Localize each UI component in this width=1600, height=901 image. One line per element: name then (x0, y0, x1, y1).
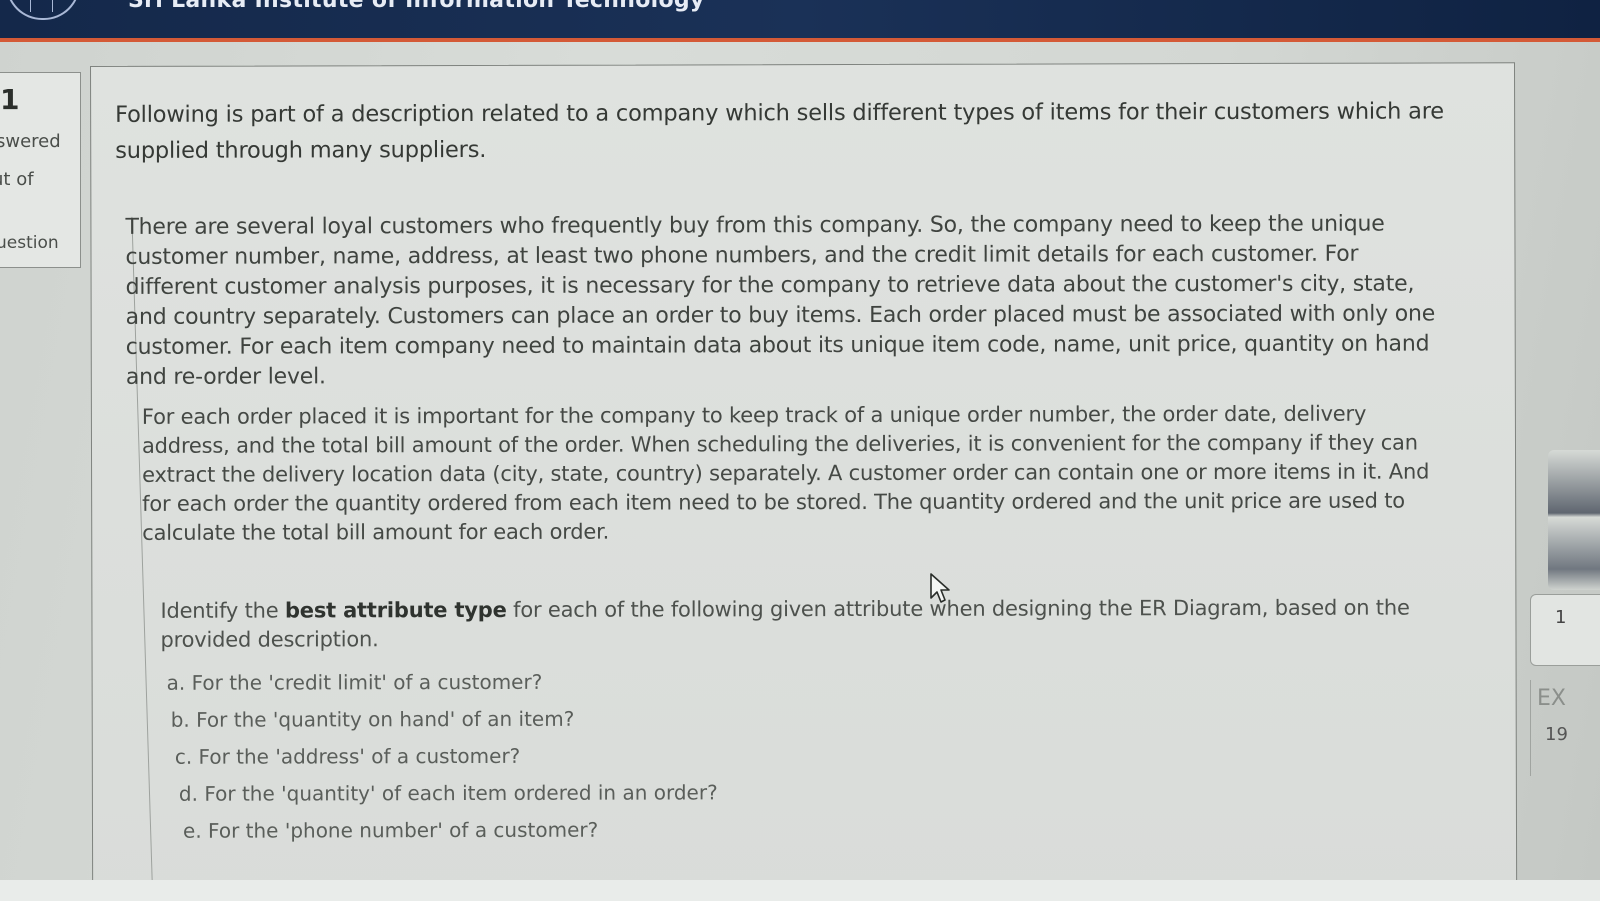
flag-question-link[interactable]: uestion (0, 233, 59, 253)
page-bottom-edge (0, 880, 1600, 901)
question-intro: Following is part of a description relat… (115, 98, 1444, 164)
question-mark: ut of (0, 169, 34, 190)
question-text-box: Following is part of a description relat… (90, 62, 1518, 901)
question-paragraph-2: For each order placed it is important fo… (141, 401, 1430, 545)
question-prompt: Identify the best attribute type for eac… (160, 594, 1410, 655)
question-paragraph-1: There are several loyal customers who fr… (125, 211, 1436, 390)
question-number: 1 (0, 83, 20, 116)
timer-panel: EX 19 (1530, 680, 1600, 776)
sub-question-c: c. For the 'address' of a customer? (174, 743, 521, 769)
sub-question-e: e. For the 'phone number' of a customer? (182, 817, 599, 843)
quiz-navigation-item[interactable]: 1 (1530, 594, 1600, 666)
sub-question-d: d. For the 'quantity' of each item order… (178, 780, 718, 806)
prompt-bold: best attribute type (284, 597, 507, 623)
site-header: Sri Lanka Institute of Information Techn… (0, 0, 1600, 42)
question-info-panel: 1 swered ut of uestion (0, 72, 81, 268)
question-status: swered (0, 131, 61, 152)
page: Sri Lanka Institute of Information Techn… (0, 0, 1600, 901)
scrollbar-handle[interactable] (1548, 450, 1600, 590)
timer-value: 19 (1545, 724, 1568, 745)
sub-question-list: a. For the 'credit limit' of a customer?… (167, 663, 967, 850)
mouse-pointer-icon (930, 573, 950, 603)
sub-question-a: a. For the 'credit limit' of a customer? (166, 669, 543, 695)
quiz-navigation-number: 1 (1555, 607, 1567, 628)
sub-question-b: b. For the 'quantity on hand' of an item… (170, 706, 575, 732)
timer-label: EX (1537, 686, 1566, 711)
prompt-prefix: Identify the (160, 598, 285, 623)
institute-logo-icon[interactable] (6, 0, 80, 20)
site-name: Sri Lanka Institute of Information Techn… (128, 0, 705, 13)
